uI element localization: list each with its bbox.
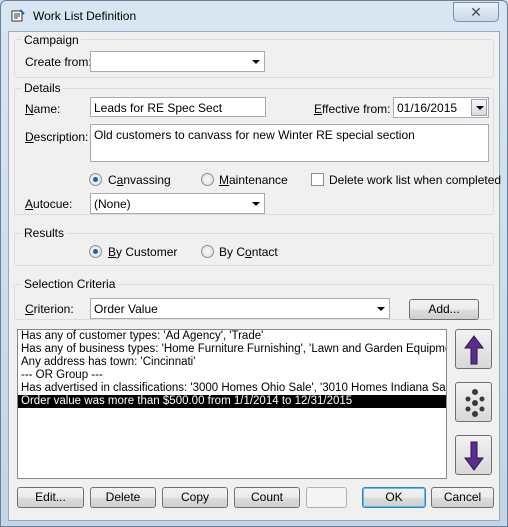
name-label: Name: [25,102,61,116]
list-item[interactable]: Any address has town: 'Cincinnati' [18,356,446,369]
details-legend: Details [22,81,63,95]
delete-button[interactable]: Delete [90,487,156,508]
close-button[interactable]: ✕ [453,2,499,22]
delete-when-completed-label: Delete work list when completed [329,173,502,187]
by-contact-radio[interactable] [201,245,214,258]
dialog-body: Campaign Create from: Details Name: Lead… [8,31,502,521]
app-icon [11,9,25,22]
description-field[interactable]: Old customers to canvass for new Winter … [90,124,489,162]
work-list-definition-window: Work List Definition ✕ Campaign Create f… [0,0,508,527]
create-from-label: Create from: [25,55,92,69]
criteria-list[interactable]: Has any of customer types: 'Ad Agency', … [17,329,447,479]
add-criterion-button[interactable]: Add... [409,299,479,320]
effective-from-date-picker[interactable]: 01/16/2015 [393,97,489,118]
close-icon: ✕ [470,3,482,20]
criterion-value: Order Value [94,302,158,316]
list-item[interactable]: --- OR Group --- [18,369,446,382]
name-value: Leads for RE Spec Sect [94,101,223,115]
autocue-label: Autocue: [25,197,73,211]
canvassing-radio[interactable] [89,173,102,186]
list-item-selected[interactable]: Order value was more than $500.00 from 1… [18,395,446,408]
selection-criteria-legend: Selection Criteria [22,277,118,291]
maintenance-label: Maintenance [219,173,288,187]
maintenance-radio[interactable] [201,173,214,186]
chevron-down-icon [252,60,260,64]
count-result-field [306,487,347,508]
chevron-down-icon [252,202,260,206]
list-item[interactable]: Has advertised in classifications: '3000… [18,382,446,395]
ok-button[interactable]: OK [362,487,426,508]
count-button[interactable]: Count [234,487,300,508]
effective-from-label: Effective from: [314,102,391,116]
move-down-button[interactable] [455,435,492,475]
calendar-dropdown-icon[interactable] [471,99,487,116]
cancel-button[interactable]: Cancel [431,487,494,508]
chevron-down-icon [377,307,385,311]
copy-button[interactable]: Copy [162,487,228,508]
by-customer-label: By Customer [108,245,178,259]
group-criteria-button[interactable] [455,382,492,422]
autocue-value: (None) [94,197,131,211]
move-up-button[interactable] [455,329,492,369]
edit-button[interactable]: Edit... [17,487,84,508]
list-item[interactable]: Has any of customer types: 'Ad Agency', … [18,330,446,343]
criterion-label: Criterion: [25,302,74,316]
list-item[interactable]: Has any of business types: 'Home Furnitu… [18,343,446,356]
campaign-legend: Campaign [22,33,81,47]
arrow-up-icon [464,335,484,365]
description-value: Old customers to canvass for new Winter … [94,128,415,142]
criterion-dropdown[interactable]: Order Value [90,298,390,319]
title-bar[interactable]: Work List Definition ✕ [1,1,507,31]
window-title: Work List Definition [33,9,137,23]
people-group-icon [465,389,485,417]
description-label: Description: [25,130,89,144]
by-contact-label: By Contact [219,245,278,259]
effective-from-value: 01/16/2015 [397,101,458,115]
canvassing-label: Canvassing [108,173,171,187]
results-legend: Results [22,226,67,240]
arrow-down-icon [464,441,484,471]
by-customer-radio[interactable] [89,245,102,258]
autocue-dropdown[interactable]: (None) [90,193,265,214]
name-field[interactable]: Leads for RE Spec Sect [90,97,266,117]
delete-when-completed-checkbox[interactable] [311,173,324,186]
create-from-dropdown[interactable] [90,51,265,72]
